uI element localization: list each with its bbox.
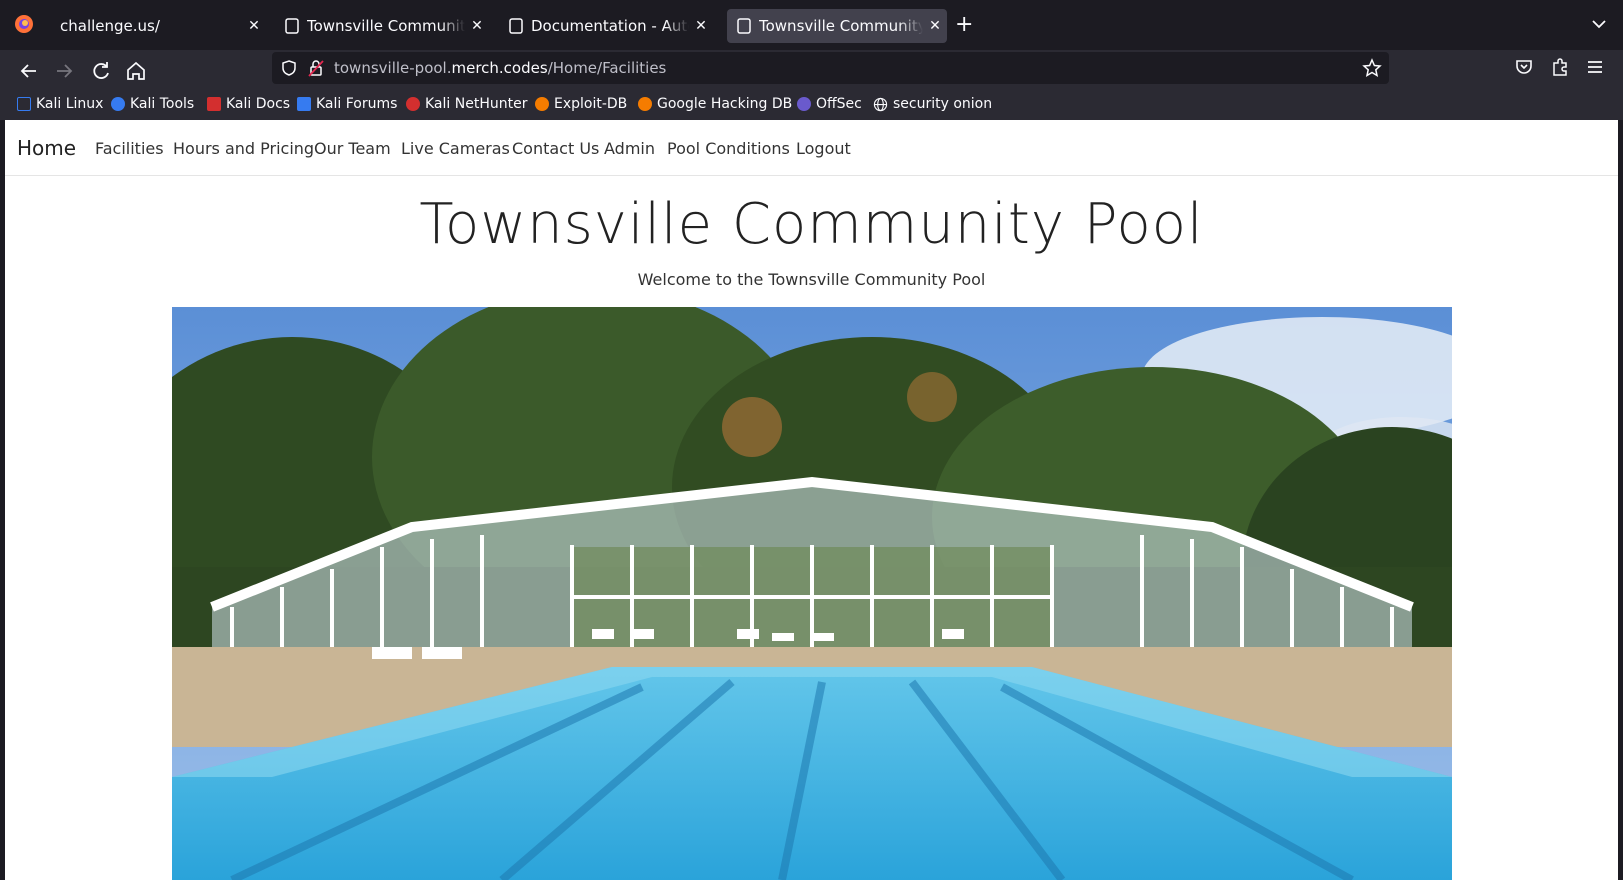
kali-icon	[17, 97, 31, 111]
site-navbar: Home Facilities Hours and Pricing Our Te…	[5, 120, 1618, 176]
url-path: /Home/Facilities	[547, 59, 667, 77]
tab-townsville-active[interactable]: Townsville Community Pool ✕	[727, 9, 947, 43]
nav-contact-us[interactable]: Contact Us	[512, 139, 599, 158]
document-icon	[509, 18, 523, 34]
kali-tools-icon	[111, 97, 125, 111]
bookmark-kali-tools[interactable]: Kali Tools	[111, 94, 194, 114]
document-icon	[285, 18, 299, 34]
bookmark-label: Kali Linux	[36, 96, 104, 112]
tab-title: Townsville Community Pool	[759, 17, 923, 35]
pocket-icon[interactable]	[1514, 57, 1534, 77]
bookmark-kali-linux[interactable]: Kali Linux	[17, 94, 103, 114]
bookmark-label: OffSec	[816, 96, 862, 112]
home-icon[interactable]	[122, 57, 150, 85]
nav-facilities[interactable]: Facilities	[95, 139, 164, 158]
forward-icon[interactable]	[50, 57, 78, 85]
close-icon[interactable]: ✕	[923, 18, 947, 34]
page-title: Townsville Community Pool	[419, 192, 1204, 257]
globe-icon	[873, 97, 888, 111]
bookmark-label: Kali Tools	[130, 96, 195, 112]
page-subtitle: Welcome to the Townsville Community Pool	[637, 270, 986, 289]
bookmark-label: Kali Forums	[316, 96, 398, 112]
bookmark-label: Kali NetHunter	[425, 96, 528, 112]
reload-icon[interactable]	[87, 57, 115, 85]
menu-icon[interactable]	[1585, 57, 1605, 77]
tab-documentation[interactable]: Documentation - Automation ✕	[499, 9, 713, 43]
bookmark-label: Google Hacking DB	[657, 96, 793, 112]
tab-townsville-1[interactable]: Townsville Community Pool ✕	[275, 9, 489, 43]
tab-challenge[interactable]: challenge.us/ ✕	[48, 9, 266, 43]
close-icon[interactable]: ✕	[689, 18, 713, 34]
bookmark-star-icon[interactable]	[1362, 58, 1382, 78]
bookmark-security-onion[interactable]: security onion	[873, 94, 992, 114]
firefox-icon[interactable]	[14, 14, 34, 34]
bookmark-exploit-db[interactable]: Exploit-DB	[535, 94, 627, 114]
url-subdomain: townsville-pool.	[334, 59, 452, 77]
url-domain: merch.codes	[451, 59, 548, 77]
tab-title: challenge.us/	[60, 17, 160, 35]
bookmark-label: Exploit-DB	[554, 96, 628, 112]
pool-photo	[172, 307, 1452, 880]
nav-our-team[interactable]: Our Team	[314, 139, 391, 158]
bookmark-kali-nethunter[interactable]: Kali NetHunter	[406, 94, 527, 114]
kali-docs-icon	[207, 97, 221, 111]
exploit-db-icon	[535, 97, 549, 111]
url-bar[interactable]: townsville-pool.merch.codes/Home/Facilit…	[272, 52, 1389, 84]
offsec-icon	[797, 97, 811, 111]
bookmark-google-hacking-db[interactable]: Google Hacking DB	[638, 94, 792, 114]
shield-icon[interactable]	[280, 59, 298, 77]
chevron-down-icon[interactable]	[1589, 14, 1609, 34]
close-icon[interactable]: ✕	[242, 18, 266, 34]
nav-live-cameras[interactable]: Live Cameras	[401, 139, 510, 158]
nav-logout[interactable]: Logout	[796, 139, 851, 158]
nethunter-icon	[406, 97, 420, 111]
extensions-icon[interactable]	[1550, 57, 1570, 77]
kali-forums-icon	[297, 97, 311, 111]
nav-hours-pricing[interactable]: Hours and Pricing	[173, 139, 314, 158]
new-tab-icon[interactable]: +	[955, 12, 973, 37]
bookmark-kali-docs[interactable]: Kali Docs	[207, 94, 290, 114]
close-icon[interactable]: ✕	[465, 18, 489, 34]
nav-admin[interactable]: Admin	[604, 139, 655, 158]
ghdb-icon	[638, 97, 652, 111]
url-text[interactable]: townsville-pool.merch.codes/Home/Facilit…	[334, 59, 666, 77]
web-page: Home Facilities Hours and Pricing Our Te…	[5, 120, 1618, 880]
document-icon	[737, 18, 751, 34]
bookmark-label: Kali Docs	[226, 96, 291, 112]
bookmark-offsec[interactable]: OffSec	[797, 94, 862, 114]
tab-title: Townsville Community Pool	[307, 17, 465, 35]
lock-insecure-icon[interactable]	[308, 59, 324, 77]
tab-bar: challenge.us/ ✕ Townsville Community Poo…	[0, 0, 1623, 50]
back-icon[interactable]	[15, 57, 43, 85]
brand-home-link[interactable]: Home	[17, 136, 76, 160]
nav-pool-conditions[interactable]: Pool Conditions	[667, 139, 790, 158]
bookmark-kali-forums[interactable]: Kali Forums	[297, 94, 397, 114]
bookmark-label: security onion	[893, 96, 993, 112]
tab-title: Documentation - Automation	[531, 17, 689, 35]
